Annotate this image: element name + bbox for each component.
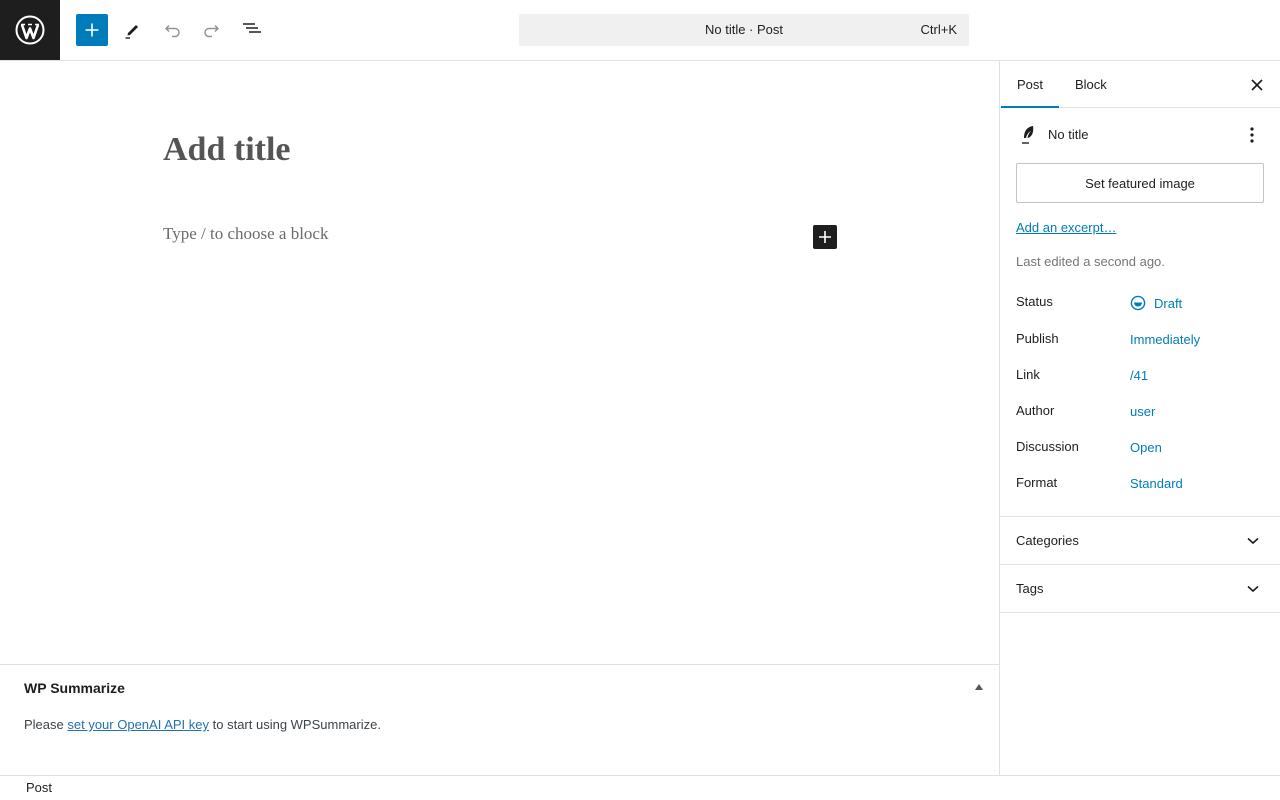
meta-label: Discussion: [1016, 439, 1079, 454]
panel-divider: [1000, 612, 1280, 613]
meta-row-format: Format Standard: [1016, 475, 1264, 499]
chevron-down-icon: [1245, 581, 1261, 597]
openai-api-key-link[interactable]: set your OpenAI API key: [67, 717, 209, 732]
settings-sidebar: Post Block No title Set featured image A…: [999, 61, 1280, 775]
pencil-icon: [125, 25, 138, 39]
command-palette-bar[interactable]: No title · Post Ctrl+K: [519, 14, 969, 46]
block-breadcrumb-bar: Post: [0, 775, 1280, 800]
set-featured-image-button[interactable]: Set featured image: [1016, 163, 1264, 203]
block-inserter-button[interactable]: [76, 14, 108, 46]
wp-summarize-metabox: WP Summarize Please set your OpenAI API …: [0, 664, 999, 775]
undo-button[interactable]: [156, 14, 188, 46]
list-view-icon: [243, 23, 261, 33]
meta-row-author: Author user: [1016, 403, 1264, 427]
document-title: No title · Post: [704, 22, 784, 37]
format-toggle[interactable]: Standard: [1130, 476, 1183, 491]
meta-row-publish: Publish Immediately: [1016, 331, 1264, 355]
tab-block[interactable]: Block: [1059, 61, 1123, 108]
plus-icon: [85, 23, 99, 37]
editor-toolbar: No title · Post Ctrl+K: [0, 0, 1280, 61]
command-shortcut: Ctrl+K: [920, 22, 957, 37]
discussion-toggle[interactable]: Open: [1130, 440, 1162, 455]
permalink-toggle[interactable]: /41: [1130, 368, 1148, 383]
tools-button[interactable]: [116, 14, 148, 46]
post-title-input[interactable]: Add title: [163, 131, 291, 169]
post-type-icon: [1016, 123, 1040, 147]
meta-row-link: Link /41: [1016, 367, 1264, 391]
document-overview-button[interactable]: [236, 14, 268, 46]
meta-row-discussion: Discussion Open: [1016, 439, 1264, 463]
metabox-toggle-button[interactable]: [971, 679, 987, 695]
meta-label: Link: [1016, 367, 1040, 382]
undo-icon: [164, 24, 180, 38]
status-toggle[interactable]: Draft: [1130, 295, 1182, 311]
metabox-text-before: Please: [24, 717, 68, 732]
metabox-text-after: to start using WPSummarize.: [209, 717, 381, 732]
meta-label: Format: [1016, 475, 1058, 490]
close-icon: [1251, 79, 1263, 91]
panel-title: Tags: [1016, 581, 1044, 596]
tags-panel-toggle[interactable]: Tags: [1000, 564, 1280, 612]
default-block-appender[interactable]: Type / to choose a block: [163, 224, 328, 244]
post-card: No title: [1016, 123, 1264, 147]
meta-row-status: Status Draft: [1016, 294, 1264, 318]
meta-value-text: Draft: [1154, 295, 1183, 311]
last-edited-text: Last edited a second ago.: [1016, 254, 1165, 269]
metabox-message: Please set your OpenAI API key to start …: [24, 717, 381, 732]
post-actions-button[interactable]: [1240, 123, 1264, 147]
wordpress-logo-button[interactable]: [0, 0, 60, 60]
add-excerpt-link[interactable]: Add an excerpt…: [1016, 220, 1116, 235]
post-card-title: No title: [1048, 127, 1089, 142]
draft-status-icon: [1130, 295, 1146, 311]
more-vertical-icon: [1250, 127, 1254, 143]
editor-canvas: Add title Type / to choose a block: [0, 61, 999, 664]
chevron-down-icon: [1245, 533, 1261, 549]
caret-up-icon: [975, 684, 983, 690]
tab-post[interactable]: Post: [1001, 61, 1060, 108]
redo-button[interactable]: [196, 14, 228, 46]
panel-title: Categories: [1016, 533, 1079, 548]
redo-icon: [204, 24, 220, 38]
feather-icon: [1022, 126, 1034, 144]
meta-label: Publish: [1016, 331, 1059, 346]
wordpress-logo-icon: [15, 15, 45, 45]
close-settings-button[interactable]: [1245, 73, 1269, 97]
publish-date-toggle[interactable]: Immediately: [1130, 332, 1200, 347]
plus-icon: [819, 231, 831, 243]
meta-label: Author: [1016, 403, 1055, 418]
breadcrumb-item-post[interactable]: Post: [26, 780, 52, 795]
author-toggle[interactable]: user: [1130, 404, 1155, 419]
metabox-title: WP Summarize: [24, 680, 125, 696]
categories-panel-toggle[interactable]: Categories: [1000, 516, 1280, 564]
meta-label: Status: [1016, 294, 1053, 309]
sidebar-tabs: Post Block: [1000, 61, 1280, 108]
inline-block-inserter-button[interactable]: [813, 225, 837, 249]
